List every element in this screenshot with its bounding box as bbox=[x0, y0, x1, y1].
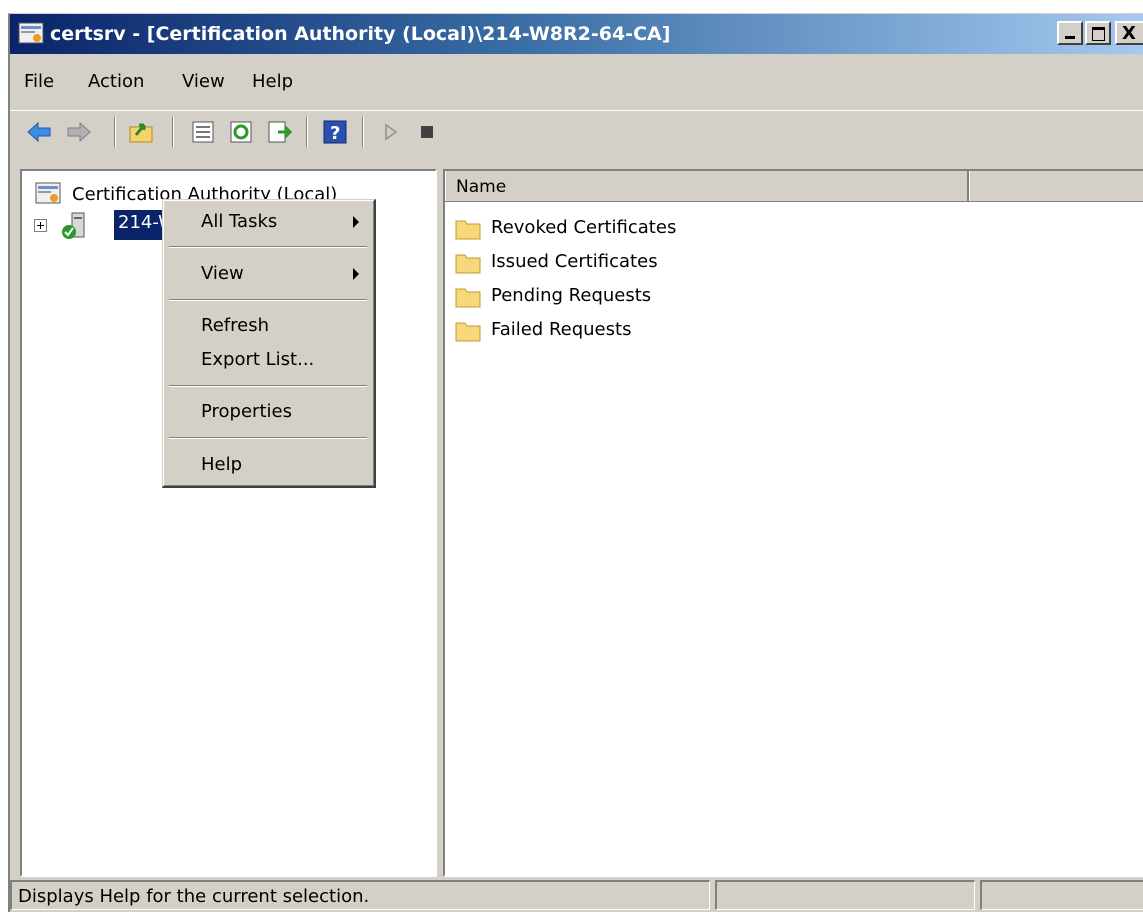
refresh-icon[interactable] bbox=[228, 119, 254, 145]
menu-action[interactable]: Action bbox=[88, 71, 144, 92]
status-message: Displays Help for the current selection. bbox=[10, 880, 710, 910]
column-header-2[interactable] bbox=[969, 171, 1143, 201]
menu-item-help[interactable]: Help bbox=[201, 454, 242, 475]
folder-icon bbox=[455, 288, 481, 308]
status-bar: Displays Help for the current selection. bbox=[10, 874, 1143, 912]
folder-icon bbox=[455, 220, 481, 240]
toolbar-separator bbox=[306, 117, 308, 147]
up-folder-icon[interactable] bbox=[128, 119, 154, 145]
certificate-authority-icon bbox=[35, 182, 61, 204]
back-arrow-icon[interactable] bbox=[26, 119, 52, 145]
list-pane[interactable]: Name Revoked Certificates Issued Certifi… bbox=[443, 169, 1143, 877]
menu-item-view[interactable]: View bbox=[201, 263, 244, 284]
list-header: Name bbox=[445, 171, 1143, 202]
start-service-icon[interactable] bbox=[378, 119, 404, 145]
toolbar-separator bbox=[362, 117, 364, 147]
svg-text:?: ? bbox=[330, 123, 340, 144]
maximize-button[interactable] bbox=[1085, 21, 1111, 45]
expand-icon[interactable] bbox=[34, 219, 47, 232]
export-list-icon[interactable] bbox=[266, 119, 292, 145]
menu-help[interactable]: Help bbox=[252, 71, 293, 92]
forward-arrow-icon[interactable] bbox=[66, 119, 92, 145]
menu-item-properties[interactable]: Properties bbox=[201, 401, 292, 422]
submenu-arrow-icon bbox=[353, 216, 359, 228]
submenu-arrow-icon bbox=[353, 268, 359, 280]
window-title: certsrv - [Certification Authority (Loca… bbox=[50, 23, 671, 45]
maximize-icon bbox=[1092, 27, 1105, 41]
status-cell-3 bbox=[980, 880, 1143, 910]
menu-file[interactable]: File bbox=[24, 71, 54, 92]
menu-item-export-list[interactable]: Export List... bbox=[201, 349, 314, 370]
title-bar[interactable]: certsrv - [Certification Authority (Loca… bbox=[10, 14, 1143, 54]
menu-bar: File Action View Help bbox=[10, 55, 1143, 110]
menu-item-all-tasks[interactable]: All Tasks bbox=[201, 211, 277, 232]
menu-separator bbox=[169, 437, 367, 439]
status-cell-2 bbox=[715, 880, 975, 910]
folder-icon bbox=[455, 254, 481, 274]
show-hide-tree-icon[interactable] bbox=[190, 119, 216, 145]
list-item-label: Revoked Certificates bbox=[491, 217, 677, 238]
toolbar-separator bbox=[172, 117, 174, 147]
menu-separator bbox=[169, 246, 367, 248]
ca-server-icon bbox=[62, 212, 85, 239]
context-menu: All Tasks View Refresh Export List... Pr… bbox=[162, 199, 376, 488]
column-header-name[interactable]: Name bbox=[445, 171, 969, 201]
certificate-authority-icon bbox=[18, 22, 44, 44]
stop-service-icon[interactable] bbox=[414, 119, 440, 145]
close-button[interactable]: X bbox=[1115, 21, 1143, 45]
minimize-button[interactable] bbox=[1057, 21, 1083, 45]
menu-separator bbox=[169, 299, 367, 301]
list-item-label: Pending Requests bbox=[491, 285, 652, 306]
folder-icon bbox=[455, 322, 481, 342]
list-item-label: Failed Requests bbox=[491, 319, 632, 340]
menu-view[interactable]: View bbox=[182, 71, 225, 92]
toolbar: ? bbox=[10, 110, 1143, 157]
list-item-label: Issued Certificates bbox=[491, 251, 658, 272]
menu-separator bbox=[169, 385, 367, 387]
menu-item-refresh[interactable]: Refresh bbox=[201, 315, 269, 336]
close-icon: X bbox=[1122, 23, 1136, 44]
minimize-icon bbox=[1065, 36, 1075, 39]
toolbar-separator bbox=[114, 117, 116, 147]
help-icon[interactable]: ? bbox=[322, 119, 348, 145]
